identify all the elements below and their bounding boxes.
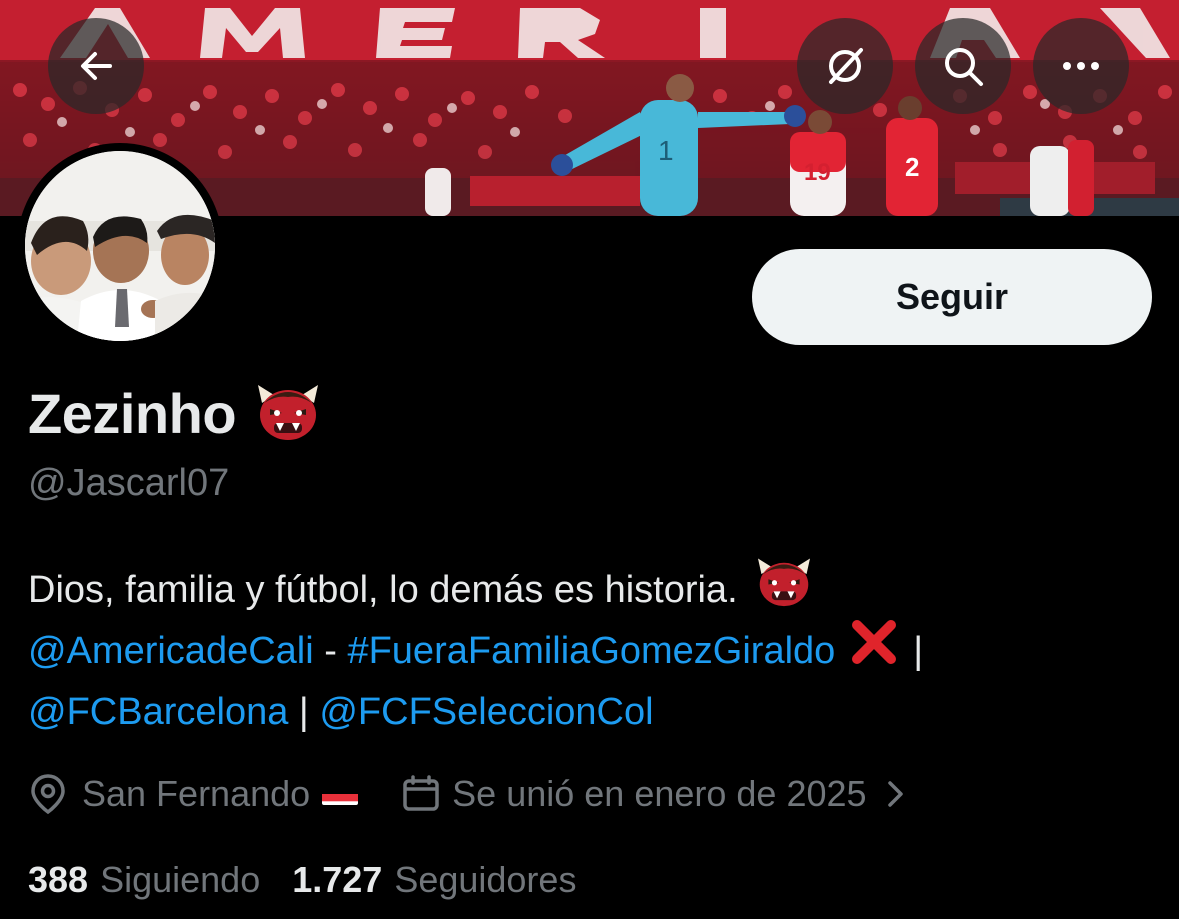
following-label: Siguiendo [100, 859, 261, 900]
bio-text: Dios, familia y fútbol, lo demás es hist… [28, 569, 738, 611]
profile-name-row: Zezinho [28, 378, 320, 448]
mention-fc-barcelona[interactable]: @FCBarcelona [28, 682, 288, 743]
joined-text: Se unió en enero de 2025 [452, 773, 867, 814]
bio: Dios, familia y fútbol, lo demás es hist… [28, 558, 1158, 743]
bio-line-2: @AmericadeCali - #FueraFamiliaGomezGiral… [28, 620, 1158, 682]
location-pin-icon [31, 774, 65, 815]
location: San Fernando [28, 773, 359, 815]
hashtag-fuera-familia[interactable]: #FueraFamiliaGomezGiraldo [347, 621, 835, 682]
avatar[interactable] [17, 143, 223, 349]
follow-button[interactable]: Seguir [752, 249, 1152, 345]
following-link[interactable]: 388 Siguiendo [28, 859, 260, 901]
more-icon [1063, 62, 1099, 70]
bio-dash: - [313, 630, 348, 672]
svg-text:19: 19 [804, 159, 831, 186]
profile-meta: San Fernando Se unió en enero de 2025 [28, 768, 907, 820]
avatar-photo [25, 151, 215, 341]
followers-link[interactable]: 1.727 Seguidores [292, 859, 576, 901]
bio-pipe: | [288, 691, 320, 733]
bio-pipe: | [913, 630, 924, 672]
svg-text:1: 1 [658, 135, 674, 166]
mention-america-de-cali[interactable]: @AmericadeCali [28, 621, 314, 682]
followers-label: Seguidores [394, 859, 577, 900]
bio-line-3: @FCBarcelona | @FCFSeleccionCol [28, 682, 1158, 743]
ogre-emoji-icon [756, 555, 812, 626]
svg-text:2: 2 [905, 152, 919, 182]
chevron-right-icon [887, 781, 903, 807]
search-icon [945, 48, 983, 86]
followers-count: 1.727 [292, 859, 383, 900]
follow-stats: 388 Siguiendo 1.727 Seguidores [28, 855, 576, 905]
ogre-emoji-icon [256, 381, 320, 446]
back-button[interactable] [48, 18, 144, 114]
mention-fcf-seleccion-col[interactable]: @FCFSeleccionCol [319, 682, 653, 743]
red-x-icon [849, 617, 899, 686]
search-button[interactable] [915, 18, 1011, 114]
flag-icon [322, 783, 359, 805]
back-arrow-icon [81, 52, 112, 80]
calendar-icon [403, 775, 439, 811]
translate-off-icon [829, 48, 863, 84]
location-text: San Fernando [82, 773, 311, 814]
display-name: Zezinho [28, 381, 237, 445]
more-button[interactable] [1033, 18, 1129, 114]
handle: @Jascarl07 [28, 462, 230, 504]
joined-date[interactable]: Se unió en enero de 2025 [402, 773, 906, 815]
translate-off-button[interactable] [797, 18, 893, 114]
bio-line-1: Dios, familia y fútbol, lo demás es hist… [28, 558, 1158, 621]
following-count: 388 [28, 859, 89, 900]
